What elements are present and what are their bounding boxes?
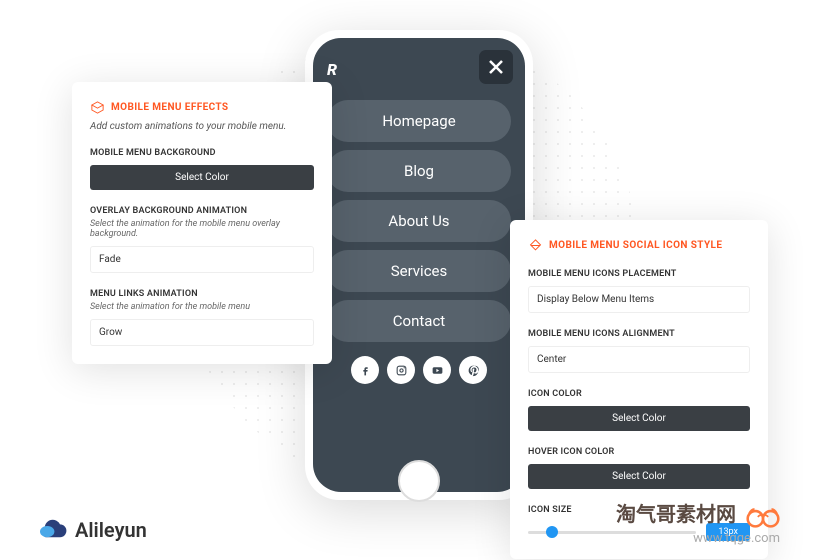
- links-select[interactable]: Grow: [90, 319, 314, 346]
- effects-panel: MOBILE MENU EFFECTS Add custom animation…: [72, 82, 332, 364]
- effects-subtitle: Add custom animations to your mobile men…: [90, 121, 314, 132]
- phone-mockup: R Homepage Blog About Us Services Contac…: [305, 30, 533, 500]
- brand-right-url: www.tqge.com: [616, 531, 780, 546]
- overlay-label: OVERLAY BACKGROUND ANIMATION: [90, 206, 314, 216]
- bg-label: MOBILE MENU BACKGROUND: [90, 148, 314, 158]
- bg-color-button[interactable]: Select Color: [90, 165, 314, 190]
- placement-select[interactable]: Display Below Menu Items: [528, 286, 750, 313]
- slider-thumb[interactable]: [546, 526, 558, 538]
- instagram-icon[interactable]: [387, 356, 415, 384]
- phone-home-button: [398, 460, 440, 502]
- close-icon: [488, 59, 504, 75]
- pinterest-icon[interactable]: [459, 356, 487, 384]
- overlay-select[interactable]: Fade: [90, 246, 314, 273]
- facebook-icon[interactable]: [351, 356, 379, 384]
- menu-item-services[interactable]: Services: [327, 250, 511, 292]
- overlay-desc: Select the animation for the mobile menu…: [90, 219, 314, 239]
- brand-right-cn: 淘气哥素材网: [616, 502, 736, 526]
- social-panel-title: MOBILE MENU SOCIAL ICON STYLE: [528, 238, 750, 253]
- hover-color-button[interactable]: Select Color: [528, 464, 750, 489]
- social-row: [313, 356, 525, 384]
- menu-item-about[interactable]: About Us: [327, 200, 511, 242]
- effects-panel-title: MOBILE MENU EFFECTS: [90, 100, 314, 115]
- menu-item-contact[interactable]: Contact: [327, 300, 511, 342]
- placement-label: MOBILE MENU ICONS PLACEMENT: [528, 269, 750, 279]
- glasses-icon: [746, 505, 780, 529]
- youtube-icon[interactable]: [423, 356, 451, 384]
- hover-color-label: HOVER ICON COLOR: [528, 447, 750, 457]
- align-select[interactable]: Center: [528, 346, 750, 373]
- box-icon: [90, 100, 105, 115]
- brand-right: 淘气哥素材网 www.tqge.com: [616, 498, 780, 546]
- cloud-icon: [36, 519, 68, 541]
- phone-screen: R Homepage Blog About Us Services Contac…: [313, 38, 525, 492]
- social-title-text: MOBILE MENU SOCIAL ICON STYLE: [549, 240, 722, 251]
- icon-color-button[interactable]: Select Color: [528, 406, 750, 431]
- paint-icon: [528, 238, 543, 253]
- menu-item-homepage[interactable]: Homepage: [327, 100, 511, 142]
- phone-brand-text: R: [327, 60, 338, 79]
- close-button[interactable]: [479, 50, 513, 84]
- links-desc: Select the animation for the mobile menu: [90, 302, 314, 312]
- links-label: MENU LINKS ANIMATION: [90, 289, 314, 299]
- effects-title-text: MOBILE MENU EFFECTS: [111, 102, 229, 113]
- brand-left: Alileyun: [36, 518, 147, 542]
- align-label: MOBILE MENU ICONS ALIGNMENT: [528, 329, 750, 339]
- brand-left-name: Alileyun: [75, 518, 147, 542]
- menu-item-blog[interactable]: Blog: [327, 150, 511, 192]
- icon-color-label: ICON COLOR: [528, 389, 750, 399]
